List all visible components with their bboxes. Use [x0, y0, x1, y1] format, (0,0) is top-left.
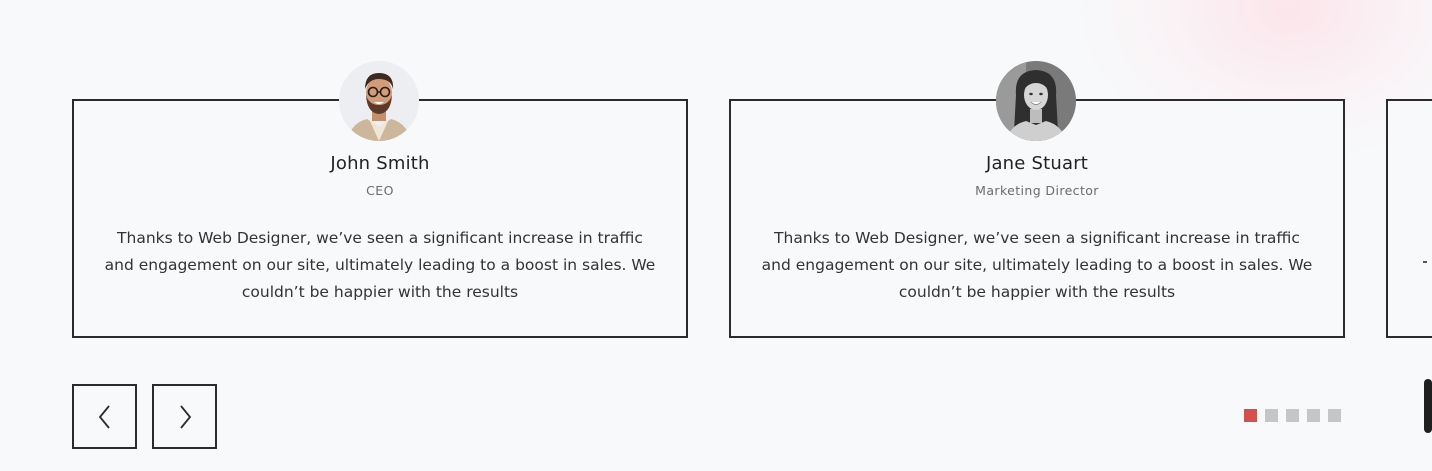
avatar [996, 61, 1076, 141]
pagination-dots [1244, 409, 1341, 422]
prev-button[interactable] [72, 384, 137, 449]
woman-portrait-photo [996, 61, 1076, 141]
chevron-left-icon [98, 404, 110, 429]
pagination-dot[interactable] [1244, 409, 1257, 422]
testimonial-quote: Thanks to Web Designer, we’ve seen a sig… [104, 229, 656, 301]
pagination-dot[interactable] [1286, 409, 1299, 422]
testimonial-quote: Thanks to Web Designer, we’ve seen a sig… [761, 229, 1313, 301]
testimonial-role: Marketing Director [975, 183, 1099, 198]
chevron-right-icon [179, 404, 191, 429]
partial-text-fragment [1423, 261, 1427, 263]
next-button[interactable] [152, 384, 217, 449]
testimonial-name: Jane Stuart [985, 153, 1089, 174]
scrollbar-thumb[interactable] [1424, 379, 1432, 433]
testimonial-card-partial [1386, 99, 1432, 338]
pagination-dot[interactable] [1307, 409, 1320, 422]
pagination-dot[interactable] [1328, 409, 1341, 422]
testimonial-role: CEO [366, 183, 394, 198]
man-portrait-photo [339, 61, 419, 141]
pagination-dot[interactable] [1265, 409, 1278, 422]
avatar [339, 61, 419, 141]
testimonial-name: John Smith [330, 153, 430, 174]
